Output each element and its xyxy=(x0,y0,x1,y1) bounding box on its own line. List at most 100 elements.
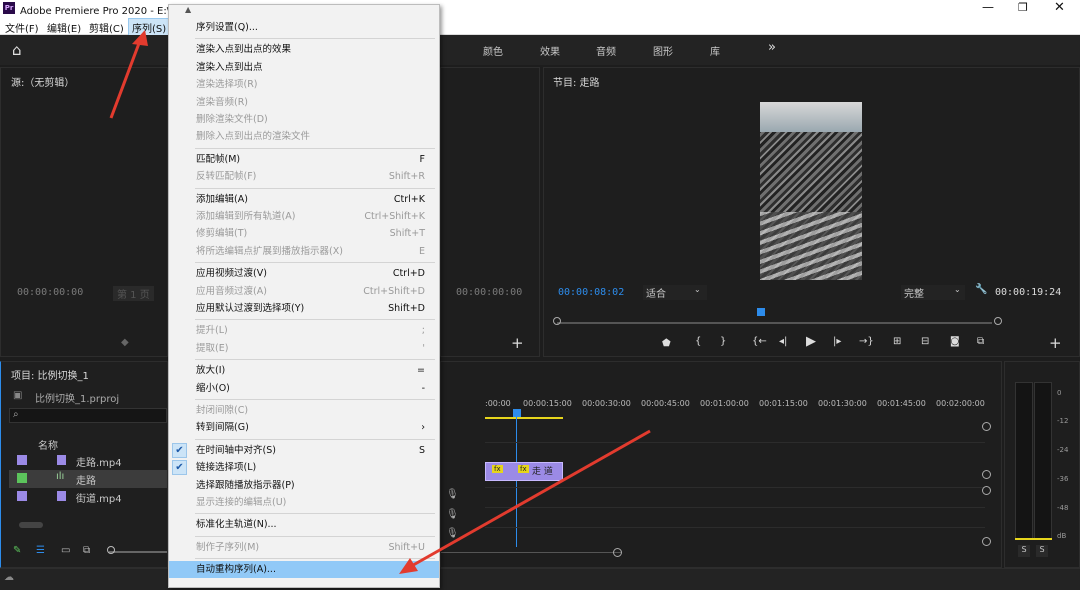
timeline-zoom-handle[interactable] xyxy=(613,548,622,557)
program-timecode[interactable]: 00:00:08:02 xyxy=(558,287,624,298)
zoom-slider[interactable] xyxy=(109,551,167,553)
timeline-horizontal-scrollbar[interactable] xyxy=(441,552,621,553)
camera-icon[interactable]: ◙ xyxy=(950,336,960,347)
workspace-tab-effects[interactable]: 效果 xyxy=(540,43,560,58)
restore-icon[interactable]: ❐ xyxy=(1018,1,1028,14)
menu-item[interactable]: 封闭间隙(C) xyxy=(169,402,439,419)
work-area-bar[interactable] xyxy=(485,417,563,419)
menu-item[interactable]: 显示连接的编辑点(U) xyxy=(169,494,439,511)
label-color-swatch xyxy=(17,473,27,483)
workspace-tab-libraries[interactable]: 库 xyxy=(710,43,720,58)
timeline-scroll-handle[interactable] xyxy=(982,470,991,479)
workspace-bar: ⌂ 颜色 效果 音频 图形 库 » xyxy=(0,35,1080,65)
menu-item[interactable]: 将所选编辑点扩展到播放指示器(X) E xyxy=(169,243,439,260)
program-add-button[interactable]: + xyxy=(1049,334,1062,352)
add-marker-icon[interactable]: ⬟ xyxy=(662,338,671,349)
menu-item[interactable]: 标准化主轨道(N)... xyxy=(169,516,439,533)
wrench-icon[interactable]: 🔧 xyxy=(975,284,987,295)
menu-file[interactable]: 文件(F) xyxy=(5,20,39,35)
menu-item[interactable]: 提取(E) ' xyxy=(169,340,439,357)
menu-item[interactable]: 应用默认过渡到选择项(Y) Shift+D xyxy=(169,300,439,317)
marker-icon[interactable]: ◆ xyxy=(121,337,129,348)
zoom-slider-handle[interactable] xyxy=(107,546,115,554)
audio-meter-panel: 0 -12 -24 -36 -48 dB S S xyxy=(1004,361,1080,568)
project-search-input[interactable] xyxy=(9,408,167,423)
close-icon[interactable]: ✕ xyxy=(1054,0,1065,15)
source-add-button[interactable]: + xyxy=(511,334,524,352)
workspace-tab-graphics[interactable]: 图形 xyxy=(653,43,673,58)
workspace-tab-color[interactable]: 颜色 xyxy=(483,43,503,58)
project-scrollbar[interactable] xyxy=(19,522,43,528)
name-column-header[interactable]: 名称 xyxy=(38,437,58,452)
list-item[interactable]: ılı 走路 xyxy=(9,470,167,488)
timeline-scroll-handle[interactable] xyxy=(982,422,991,431)
menu-item[interactable]: 渲染入点到出点的效果 xyxy=(169,41,439,58)
menu-item[interactable]: ✔ 链接选择项(L) xyxy=(169,459,439,476)
list-view-icon[interactable]: ☰ xyxy=(36,545,45,556)
freeform-view-icon[interactable]: ⧉ xyxy=(83,545,90,556)
mark-out-icon[interactable]: } xyxy=(720,336,726,347)
menu-item[interactable]: 反转匹配帧(F) Shift+R xyxy=(169,168,439,185)
scrub-start-handle[interactable] xyxy=(553,317,561,325)
menu-item[interactable]: 删除入点到出点的渲染文件 xyxy=(169,128,439,145)
menu-item[interactable]: 渲染音频(R) xyxy=(169,94,439,111)
menu-item[interactable]: 应用视频过渡(V) Ctrl+D xyxy=(169,265,439,282)
solo-right-button[interactable]: S xyxy=(1036,545,1048,557)
menu-item[interactable]: 添加编辑到所有轨道(A) Ctrl+Shift+K xyxy=(169,208,439,225)
menu-item[interactable]: 添加编辑(A) Ctrl+K xyxy=(169,191,439,208)
timeline-scroll-handle[interactable] xyxy=(982,486,991,495)
menu-item[interactable]: 转到间隔(G) › xyxy=(169,419,439,436)
sequence-icon: ılı xyxy=(56,471,65,482)
step-forward-icon[interactable]: |▸ xyxy=(833,336,841,347)
menu-item[interactable]: 制作子序列(M) Shift+U xyxy=(169,539,439,556)
mark-in-icon[interactable]: { xyxy=(695,336,701,347)
source-page-dropdown[interactable]: 第 1 页 xyxy=(113,286,154,301)
menu-item[interactable]: 修剪编辑(T) Shift+T xyxy=(169,225,439,242)
menu-clip[interactable]: 剪辑(C) xyxy=(89,20,124,35)
workspace-more-icon[interactable]: » xyxy=(768,40,776,55)
source-timecode[interactable]: 00:00:00:00 xyxy=(17,287,83,298)
menu-item[interactable]: 应用音频过渡(A) Ctrl+Shift+D xyxy=(169,283,439,300)
workspace-tab-audio[interactable]: 音频 xyxy=(596,43,616,58)
program-playhead[interactable] xyxy=(757,308,765,316)
home-icon[interactable]: ⌂ xyxy=(12,41,22,59)
timeline-playhead-icon[interactable] xyxy=(513,409,521,417)
video-clip[interactable]: fx fx 走 道 xyxy=(485,462,563,481)
scrub-end-handle[interactable] xyxy=(994,317,1002,325)
menu-separator xyxy=(195,319,435,321)
lift-icon[interactable]: ⊞ xyxy=(893,336,901,347)
extract-icon[interactable]: ⊟ xyxy=(921,336,929,347)
timeline-scroll-handle[interactable] xyxy=(982,537,991,546)
menu-item[interactable]: 渲染入点到出点 xyxy=(169,59,439,76)
menu-item[interactable]: 选择跟随播放指示器(P) xyxy=(169,477,439,494)
menu-item[interactable]: 渲染选择项(R) xyxy=(169,76,439,93)
comparison-view-icon[interactable]: ⧉ xyxy=(977,336,984,347)
go-to-in-icon[interactable]: {← xyxy=(752,336,767,347)
minimize-icon[interactable]: — xyxy=(982,0,994,14)
menu-edit[interactable]: 编辑(E) xyxy=(47,20,81,35)
list-item[interactable]: 走路.mp4 xyxy=(9,452,167,470)
menu-item[interactable]: 序列设置(Q)... xyxy=(169,19,439,36)
solo-left-button[interactable]: S xyxy=(1018,545,1030,557)
menu-scroll-up-icon[interactable]: ▲ xyxy=(185,5,191,14)
menu-item[interactable]: 匹配帧(M) F xyxy=(169,151,439,168)
program-scrub-bar[interactable] xyxy=(557,322,992,324)
play-icon[interactable]: ▶ xyxy=(806,334,816,349)
microphone-icon[interactable]: 🎙 xyxy=(446,528,459,539)
go-to-out-icon[interactable]: →} xyxy=(859,336,874,347)
list-item[interactable]: 街道.mp4 xyxy=(9,488,167,506)
menu-item[interactable]: 缩小(O) - xyxy=(169,380,439,397)
menu-item[interactable]: 删除渲染文件(D) xyxy=(169,111,439,128)
microphone-icon[interactable]: 🎙 xyxy=(446,489,459,500)
menu-item[interactable]: ✔ 在时间轴中对齐(S) S xyxy=(169,442,439,459)
step-back-icon[interactable]: ◂| xyxy=(779,336,787,347)
menu-item-label: 提升(L) xyxy=(196,325,228,337)
menu-item[interactable]: 提升(L); xyxy=(169,322,439,339)
program-video-frame xyxy=(760,102,862,280)
menu-item[interactable]: 放大(I) = xyxy=(169,362,439,379)
menu-item-shortcut: Ctrl+Shift+K xyxy=(364,211,425,222)
microphone-icon[interactable]: 🎙 xyxy=(446,509,459,520)
menu-item[interactable]: 自动重构序列(A)... xyxy=(169,561,439,579)
icon-view-icon[interactable]: ▭ xyxy=(61,545,70,556)
pencil-icon[interactable]: ✎ xyxy=(13,545,21,556)
